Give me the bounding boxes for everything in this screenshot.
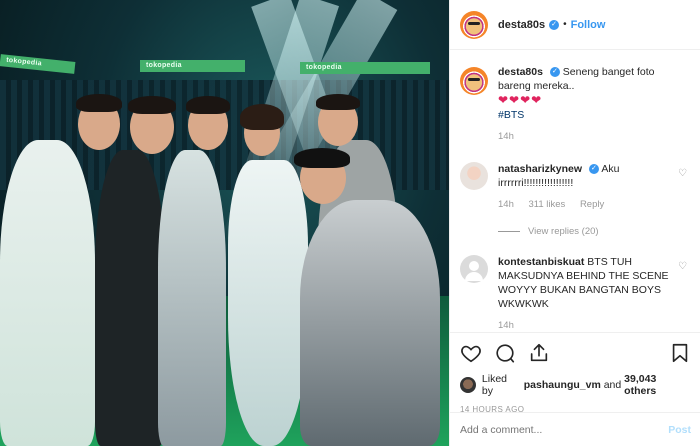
person-hair [76,94,122,112]
person-hair [316,94,360,110]
comment-item: natasharizkynew ✓ Aku irrrrrri!!!!!!!!!!… [460,162,689,212]
person-patterned-jacket [158,150,226,446]
comment-icon[interactable] [494,342,516,364]
comment-age: 14h [498,199,514,210]
caption: desta80s ✓ Seneng banget foto bareng mer… [460,65,689,144]
view-replies-label: View replies (20) [528,226,599,237]
comment-age: 14h [498,320,514,331]
comment-meta: 14h [498,319,676,332]
post-details-panel: desta80s ✓ • Follow desta80s ✓ Seneng ba… [449,0,700,446]
add-comment-input[interactable] [460,423,669,436]
person-hair [186,96,230,114]
person-front-patterned [300,200,440,446]
person-black-tshirt [95,150,165,446]
divider [498,231,520,232]
caption-username[interactable]: desta80s [498,66,543,78]
liked-by-user[interactable]: pashaungu_vm [524,379,601,391]
liked-by-and: and [603,379,622,391]
person-sparkly-dress [228,160,308,446]
liked-by-prefix: Liked by [481,373,508,397]
liked-by: Liked by pashaungu_vm and 39,043 others [460,373,691,397]
caption-age: 14h [498,131,514,142]
comment-like-heart-icon[interactable]: ♡ [678,168,687,179]
caption-hearts: ❤❤❤❤ [498,93,543,107]
add-comment-bar: Post [450,412,700,446]
stage-banner: tokopedia [0,54,76,74]
post-actions: Liked by pashaungu_vm and 39,043 others … [450,332,700,414]
person-hair [240,104,284,130]
avatar[interactable] [460,162,488,190]
avatar[interactable] [460,67,488,95]
verified-icon: ✓ [549,19,560,30]
verified-icon: ✓ [549,67,560,78]
separator-dot: • [563,19,567,30]
person-white-suit [0,140,95,446]
hashtag-link[interactable]: #BTS [498,109,524,121]
comment-meta: 14h 311 likes Reply [498,198,676,212]
comment-likes[interactable]: 311 likes [529,199,566,210]
liker-avatar[interactable] [460,377,476,393]
post-header: desta80s ✓ • Follow [450,0,700,50]
bookmark-icon[interactable] [669,342,691,364]
action-icons [460,341,691,365]
post-photo[interactable]: tokopedia tokopedia tokopedia [0,0,449,446]
verified-icon: ✓ [588,164,599,175]
reply-button[interactable]: Reply [580,199,604,210]
post-comment-button[interactable]: Post [668,424,691,436]
comment-username[interactable]: kontestanbiskuat [498,256,584,268]
follow-button[interactable]: Follow [571,19,606,31]
stage-banner: tokopedia [300,62,430,74]
heart-icon[interactable] [460,342,482,364]
comment-username[interactable]: natasharizkynew [498,163,582,175]
avatar[interactable] [460,10,488,39]
share-icon[interactable] [528,342,550,364]
comment-item: kontestanbiskuat BTS TUH MAKSUDNYA BEHIN… [460,255,689,332]
avatar[interactable] [460,255,488,283]
stage-banner: tokopedia [140,60,245,72]
comment-like-heart-icon[interactable]: ♡ [678,261,687,272]
comments-list[interactable]: desta80s ✓ Seneng banget foto bareng mer… [450,51,700,332]
person-cap [294,148,350,168]
caption-meta: 14h [498,130,688,144]
liked-by-count[interactable]: 39,043 others [624,373,691,397]
author-username[interactable]: desta80s [498,19,545,31]
view-replies-button[interactable]: View replies (20) [498,226,689,237]
person-hair [128,96,176,114]
